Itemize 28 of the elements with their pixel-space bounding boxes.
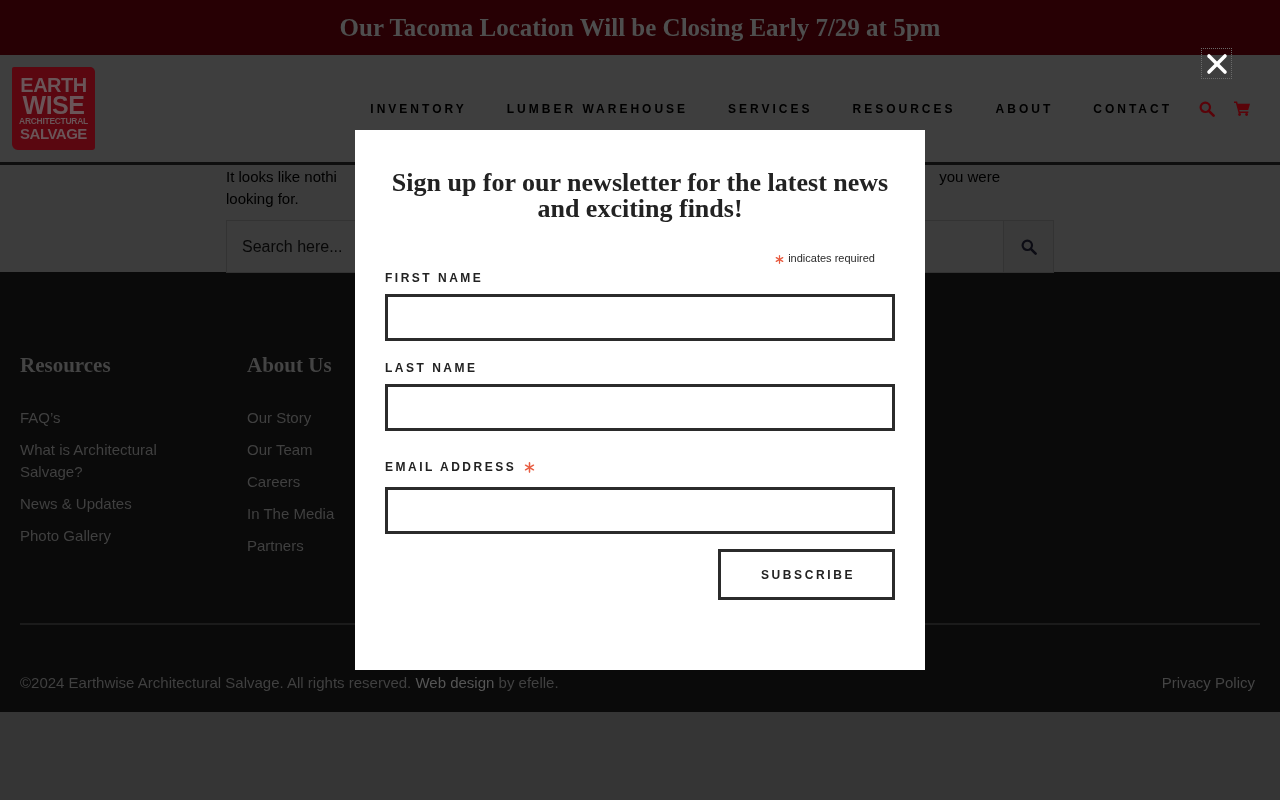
privacy-policy-link[interactable]: Privacy Policy [1161,674,1255,692]
nav-link[interactable]: CONTACT [1093,101,1172,116]
modal-title: Sign up for our newsletter for the latest news and exciting finds! [390,170,890,222]
web-design-link[interactable]: Web design [415,674,495,691]
footer-heading: About Us [247,352,332,378]
nav-link[interactable]: RESOURCES [852,101,956,116]
field-label: EMAIL ADDRESS [385,460,517,474]
subscribe-button[interactable]: SUBSCRIBE [718,549,895,600]
message-text: looking for. [226,190,299,207]
message-text: It looks like nothi [226,167,337,187]
required-note: indicates required [788,252,875,264]
footer-heading: Resources [20,352,111,378]
field-label: LAST NAME [385,361,478,375]
nav-link[interactable]: ABOUT [995,101,1054,116]
message-text: you were [939,167,1000,187]
close-icon [1205,52,1228,75]
nav-link[interactable]: LUMBER WAREHOUSE [506,101,689,116]
nav-link[interactable]: SERVICES [728,101,813,116]
input-field[interactable] [385,294,895,341]
close-button[interactable] [1202,49,1231,78]
field-label: FIRST NAME [385,271,484,285]
announcement-text: Our Tacoma Location Will be Closing Early 7/29 at 5pm [339,13,941,42]
search-icon [1020,238,1037,255]
asterisk-icon [775,255,785,264]
input-field[interactable] [385,487,895,534]
logo[interactable]: EARTH WISE ARCHITECTURAL SALVAGE [12,67,95,150]
input-field[interactable] [385,384,895,431]
nav-link[interactable]: INVENTORY [370,101,467,116]
